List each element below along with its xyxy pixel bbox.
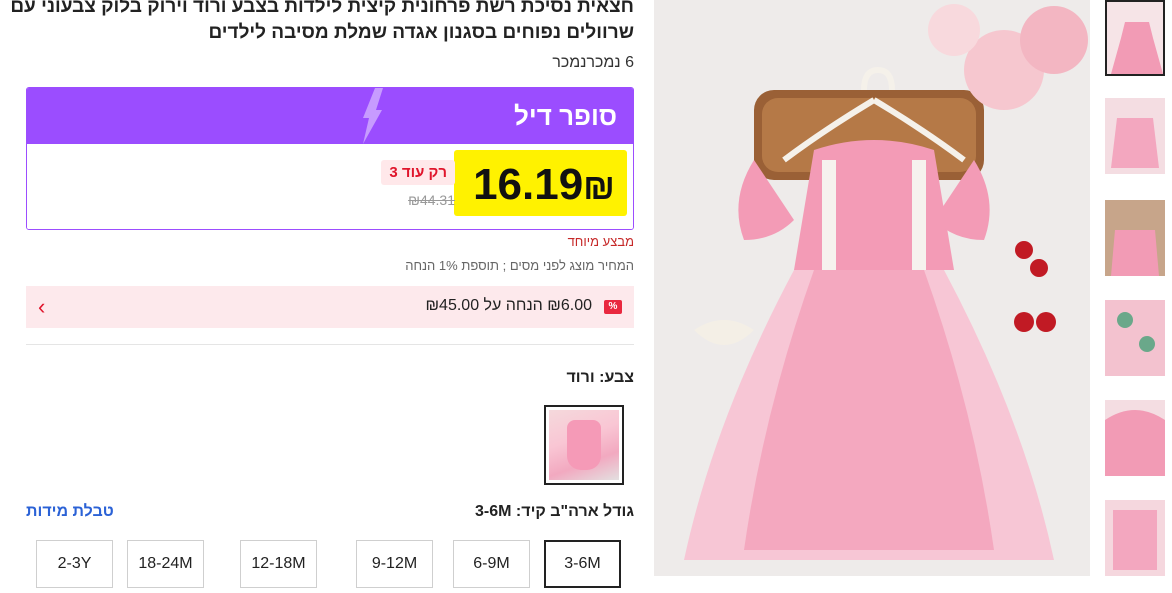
size-option[interactable]: 3-6M	[544, 540, 621, 588]
thumbnail-2[interactable]	[1105, 98, 1165, 174]
original-price: ₪44.31	[408, 192, 455, 208]
thumbnail-image	[1105, 400, 1165, 476]
thumbnail-5[interactable]	[1105, 400, 1165, 476]
size-option[interactable]: 12-18M	[240, 540, 317, 588]
super-deal-header: סופר דיל	[27, 88, 633, 144]
percent-icon: %	[604, 300, 622, 314]
thumbnail-3[interactable]	[1105, 200, 1165, 276]
sale-price: 16.19₪	[473, 160, 615, 210]
chevron-right-icon[interactable]: ›	[38, 294, 45, 320]
thumbnail-1[interactable]	[1105, 0, 1165, 76]
dress-illustration	[654, 0, 1090, 576]
price-currency: ₪	[583, 166, 615, 207]
super-deal-box: סופר דיל 16.19₪ רק עוד 3 ₪44.31	[26, 87, 634, 230]
thumbnail-4[interactable]	[1105, 300, 1165, 376]
tax-note: המחיר מוצג לפני מסים ; תוספת 1% הנחה	[405, 258, 634, 273]
thumbnail-image	[1105, 200, 1165, 276]
super-deal-label: סופר דיל	[514, 101, 617, 131]
divider	[26, 344, 634, 345]
color-swatch-pink[interactable]	[544, 405, 624, 485]
size-chart-link[interactable]: טבלת מידות	[26, 503, 114, 521]
lightning-icon	[363, 88, 383, 144]
size-option[interactable]: 2-3Y	[36, 540, 113, 588]
super-deal-body: 16.19₪ רק עוד 3 ₪44.31	[27, 144, 633, 229]
swatch-image	[549, 410, 619, 480]
thumbnail-image	[1107, 2, 1163, 74]
size-option[interactable]: 6-9M	[453, 540, 530, 588]
product-info-panel: חצאית נסיכת רשת פרחונית קיצית לילדות בצב…	[0, 0, 640, 593]
thumbnail-image	[1105, 500, 1165, 576]
main-product-image[interactable]	[654, 0, 1090, 576]
size-option[interactable]: 18-24M	[127, 540, 204, 588]
size-options: 3-6M 6-9M 9-12M 12-18M 18-24M 2-3Y	[0, 540, 640, 588]
size-label: גודל ארה"ב קיד: 3-6M	[475, 503, 634, 520]
thumbnail-6[interactable]	[1105, 500, 1165, 576]
stock-badge: רק עוד 3	[381, 160, 455, 185]
product-title: חצאית נסיכת רשת פרחונית קיצית לילדות בצב…	[10, 0, 634, 43]
color-label: צבע: ורוד	[566, 369, 634, 386]
coupon-text: ₪6.00 הנחה על ₪45.00	[425, 297, 592, 314]
price-value: 16.19	[473, 160, 584, 209]
size-option[interactable]: 9-12M	[356, 540, 433, 588]
coupon-bar[interactable]: % ₪6.00 הנחה על ₪45.00 ›	[26, 286, 634, 328]
thumbnail-image	[1105, 98, 1165, 174]
special-offer-label: מבצע מיוחד	[567, 234, 634, 249]
sold-count: 6 נמכרנמכר	[552, 54, 634, 71]
thumbnail-image	[1105, 300, 1165, 376]
